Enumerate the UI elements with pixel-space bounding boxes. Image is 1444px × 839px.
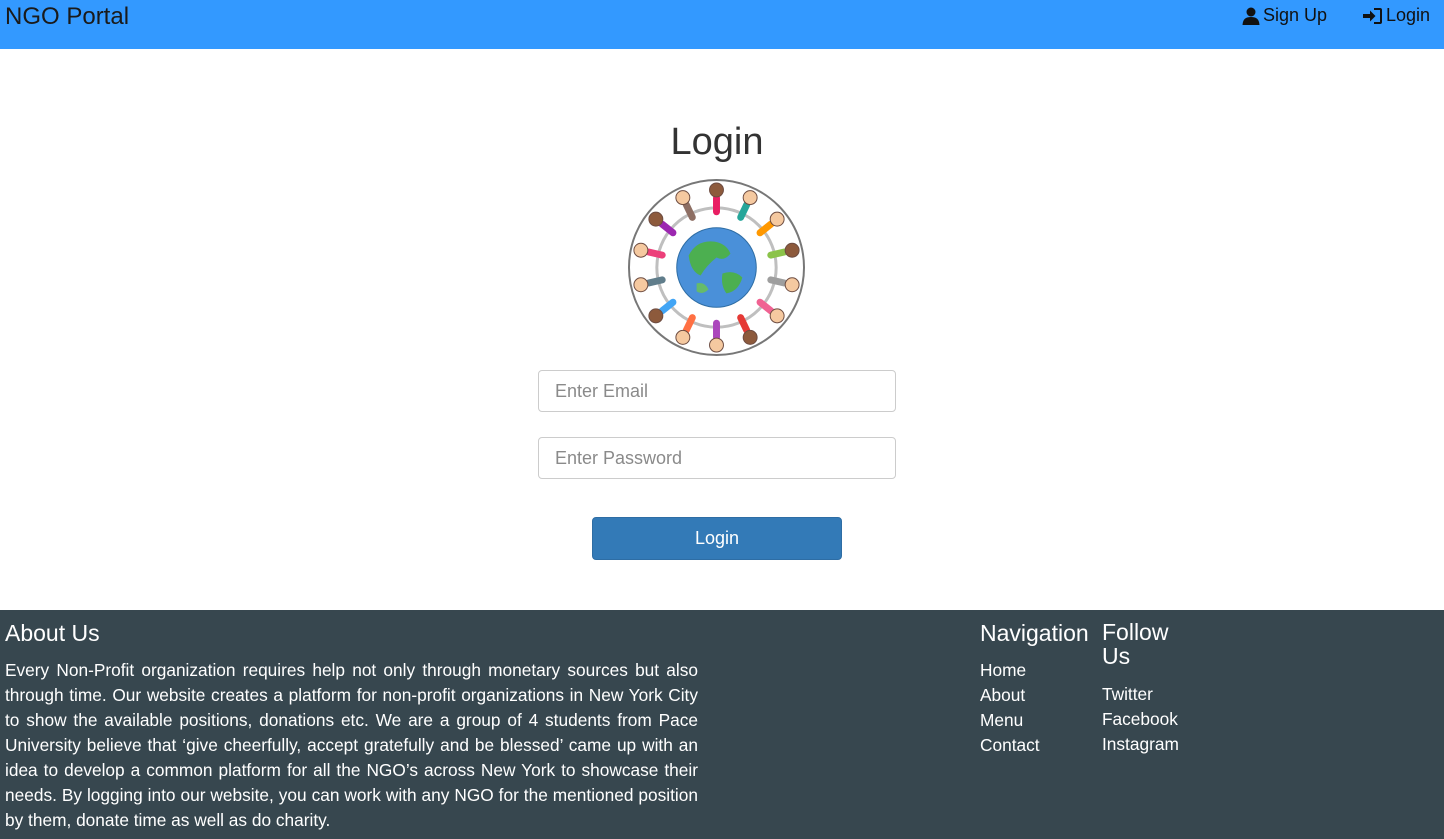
signup-label: Sign Up: [1263, 5, 1328, 25]
navigation-heading: Navigation: [980, 620, 1089, 646]
password-input[interactable]: [538, 437, 896, 479]
sign-in-icon: [1363, 7, 1382, 24]
person-head: [633, 242, 649, 258]
twitter-link[interactable]: Twitter: [1102, 682, 1179, 707]
person-head: [648, 308, 664, 324]
person-body: [645, 248, 666, 259]
follow-heading: Follow Us: [1102, 619, 1169, 669]
footer-navigation-list: Home About Menu Contact: [980, 658, 1040, 758]
person-head: [633, 277, 649, 293]
person-head: [675, 329, 691, 345]
signup-link[interactable]: Sign Up: [1242, 5, 1327, 26]
follow-list: Twitter Facebook Instagram: [1102, 682, 1179, 757]
login-button[interactable]: Login: [592, 517, 842, 560]
login-link[interactable]: Login: [1363, 5, 1430, 26]
person-head: [784, 242, 800, 258]
person-body: [767, 248, 788, 259]
login-link-label: Login: [1386, 5, 1431, 25]
person-head: [675, 190, 691, 206]
ngo-globe-logo: [627, 178, 806, 357]
footer-link-about[interactable]: About: [980, 683, 1040, 708]
email-input[interactable]: [538, 370, 896, 412]
person-body: [767, 276, 788, 287]
person-body: [645, 276, 666, 287]
instagram-link[interactable]: Instagram: [1102, 732, 1179, 757]
about-heading: About Us: [5, 620, 100, 646]
footer-link-menu[interactable]: Menu: [980, 708, 1040, 733]
about-text: Every Non-Profit organization requires h…: [5, 660, 698, 830]
person-head: [769, 308, 785, 324]
person-head: [742, 329, 758, 345]
user-icon: [1242, 7, 1260, 25]
person-head: [709, 337, 724, 353]
footer-link-contact[interactable]: Contact: [980, 733, 1040, 758]
top-navbar: NGO Portal Sign Up Login: [0, 0, 1444, 49]
person-head: [742, 190, 758, 206]
person-head: [784, 277, 800, 293]
person-head: [709, 182, 724, 198]
footer-link-home[interactable]: Home: [980, 658, 1040, 683]
facebook-link[interactable]: Facebook: [1102, 707, 1179, 732]
footer: About Us Every Non-Profit organization r…: [0, 610, 1444, 839]
login-title: Login: [670, 121, 764, 163]
brand-link[interactable]: NGO Portal: [5, 3, 129, 31]
person-head: [648, 211, 664, 227]
person-head: [769, 211, 785, 227]
